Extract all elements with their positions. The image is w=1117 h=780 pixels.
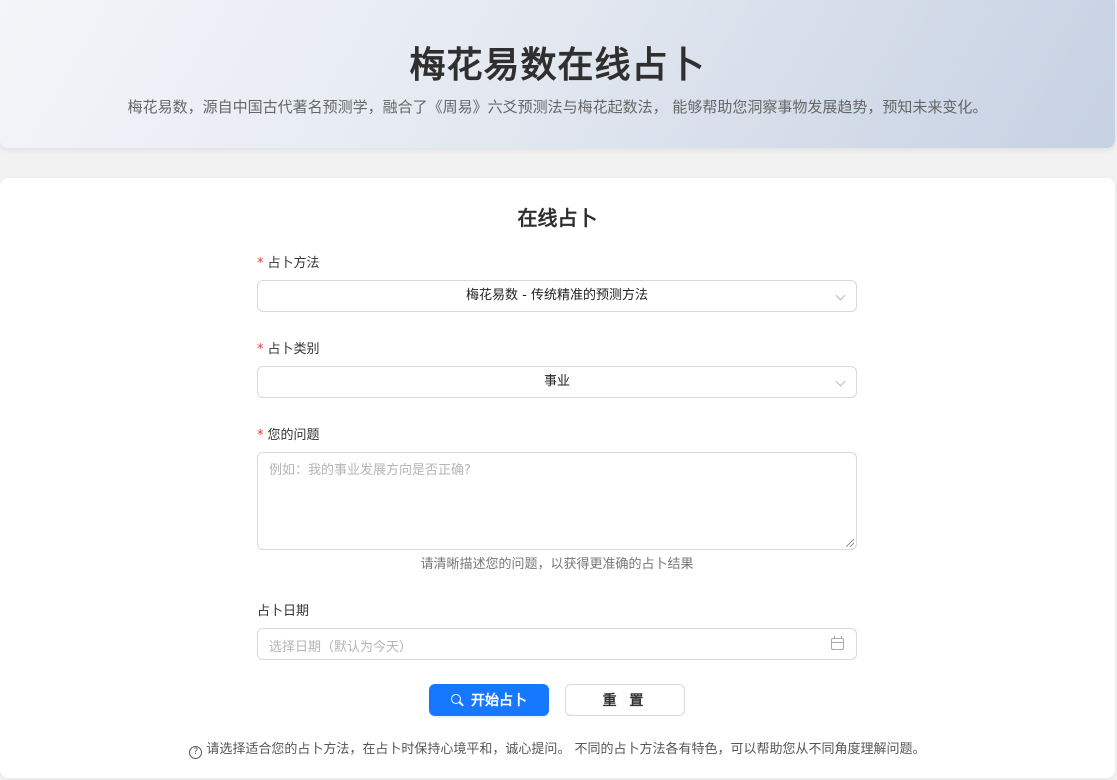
category-label: * 占卜类别	[257, 338, 320, 357]
chevron-down-icon	[835, 376, 846, 387]
question-textarea[interactable]: 例如：我的事业发展方向是否正确?	[257, 452, 857, 550]
method-select[interactable]: 梅花易数 - 传统精准的预测方法	[257, 280, 857, 312]
question-help-text: 请清晰描述您的问题，以获得更准确的占卜结果	[420, 557, 694, 572]
method-label-text: 占卜方法	[267, 256, 320, 271]
date-label: 占卜日期	[257, 600, 309, 619]
date-picker-input[interactable]: 选择日期（默认为今天）	[257, 628, 857, 660]
tips-note-text: 请选择适合您的占卜方法，在占卜时保持心境平和，诚心提问。 不同的占卜方法各有特色…	[206, 742, 926, 757]
tips-note: ? 请选择适合您的占卜方法，在占卜时保持心境平和，诚心提问。 不同的占卜方法各有特…	[0, 738, 1115, 759]
date-placeholder: 选择日期（默认为今天）	[269, 640, 413, 655]
question-label-text: 您的问题	[267, 428, 320, 443]
method-label: * 占卜方法	[257, 252, 320, 271]
required-mark: *	[257, 256, 264, 271]
search-icon	[451, 694, 463, 706]
category-label-text: 占卜类别	[267, 342, 320, 357]
method-select-value: 梅花易数 - 传统精准的预测方法	[466, 288, 648, 303]
category-select-value: 事业	[543, 374, 570, 389]
required-mark: *	[257, 428, 264, 443]
question-placeholder: 例如：我的事业发展方向是否正确?	[269, 463, 471, 478]
calendar-icon	[831, 636, 844, 650]
page-title: 梅花易数在线占卜	[409, 45, 706, 86]
date-label-text: 占卜日期	[257, 604, 310, 619]
chevron-down-icon	[835, 290, 846, 301]
divination-form-card: 在线占卜 * 占卜方法 梅花易数 - 传统精准的预测方法 * 占卜类别 事业 * 您的…	[0, 178, 1115, 778]
start-divination-button[interactable]: 开始占卜	[429, 684, 549, 716]
resize-handle-icon[interactable]	[846, 539, 854, 547]
question-label: * 您的问题	[257, 424, 320, 443]
page-subtitle: 梅花易数，源自中国古代著名预测学，融合了《周易》六爻预测法与梅花起数法， 能够帮…	[127, 98, 988, 116]
form-title: 在线占卜	[517, 206, 598, 230]
hero-banner: 梅花易数在线占卜 梅花易数，源自中国古代著名预测学，融合了《周易》六爻预测法与梅…	[0, 0, 1115, 148]
required-mark: *	[257, 342, 264, 357]
start-divination-label: 开始占卜	[471, 693, 527, 709]
category-select[interactable]: 事业	[257, 366, 857, 398]
reset-button[interactable]: 重 置	[565, 684, 685, 716]
question-circle-icon: ?	[189, 746, 203, 759]
